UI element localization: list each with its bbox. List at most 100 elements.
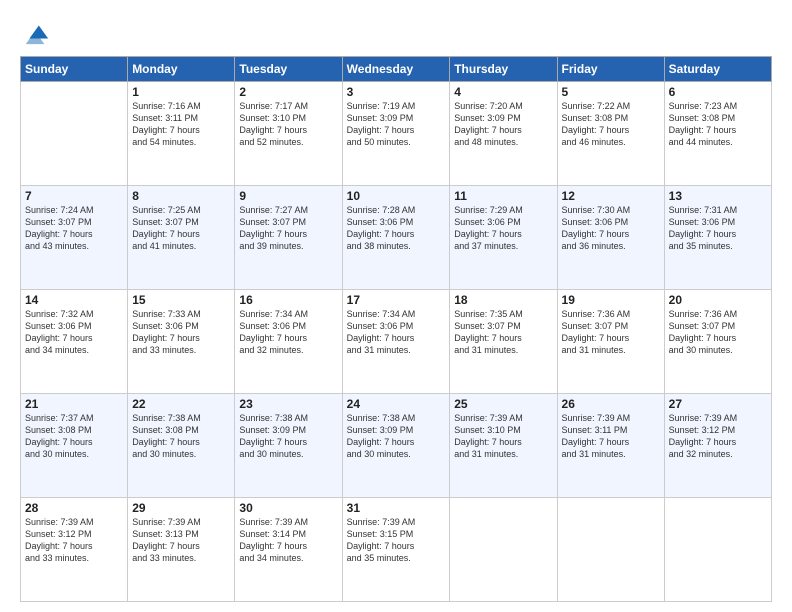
calendar-cell: 16Sunrise: 7:34 AM Sunset: 3:06 PM Dayli…: [235, 290, 342, 394]
logo: [20, 18, 50, 46]
day-info: Sunrise: 7:33 AM Sunset: 3:06 PM Dayligh…: [132, 308, 230, 357]
col-header-monday: Monday: [128, 57, 235, 82]
day-number: 19: [562, 293, 660, 307]
calendar-cell: 31Sunrise: 7:39 AM Sunset: 3:15 PM Dayli…: [342, 498, 450, 602]
calendar-cell: 9Sunrise: 7:27 AM Sunset: 3:07 PM Daylig…: [235, 186, 342, 290]
day-info: Sunrise: 7:25 AM Sunset: 3:07 PM Dayligh…: [132, 204, 230, 253]
day-number: 27: [669, 397, 767, 411]
day-number: 17: [347, 293, 446, 307]
calendar-cell: 11Sunrise: 7:29 AM Sunset: 3:06 PM Dayli…: [450, 186, 557, 290]
calendar-cell: 5Sunrise: 7:22 AM Sunset: 3:08 PM Daylig…: [557, 82, 664, 186]
col-header-sunday: Sunday: [21, 57, 128, 82]
day-info: Sunrise: 7:30 AM Sunset: 3:06 PM Dayligh…: [562, 204, 660, 253]
day-info: Sunrise: 7:38 AM Sunset: 3:08 PM Dayligh…: [132, 412, 230, 461]
day-info: Sunrise: 7:39 AM Sunset: 3:15 PM Dayligh…: [347, 516, 446, 565]
calendar-cell: 12Sunrise: 7:30 AM Sunset: 3:06 PM Dayli…: [557, 186, 664, 290]
calendar-cell: 19Sunrise: 7:36 AM Sunset: 3:07 PM Dayli…: [557, 290, 664, 394]
day-number: 24: [347, 397, 446, 411]
day-number: 22: [132, 397, 230, 411]
calendar-cell: 15Sunrise: 7:33 AM Sunset: 3:06 PM Dayli…: [128, 290, 235, 394]
day-number: 28: [25, 501, 123, 515]
logo-icon: [22, 18, 50, 46]
calendar-cell: 18Sunrise: 7:35 AM Sunset: 3:07 PM Dayli…: [450, 290, 557, 394]
calendar-cell: [664, 498, 771, 602]
day-number: 30: [239, 501, 337, 515]
day-info: Sunrise: 7:39 AM Sunset: 3:11 PM Dayligh…: [562, 412, 660, 461]
day-info: Sunrise: 7:38 AM Sunset: 3:09 PM Dayligh…: [347, 412, 446, 461]
day-info: Sunrise: 7:34 AM Sunset: 3:06 PM Dayligh…: [239, 308, 337, 357]
day-info: Sunrise: 7:24 AM Sunset: 3:07 PM Dayligh…: [25, 204, 123, 253]
calendar-cell: [21, 82, 128, 186]
day-number: 16: [239, 293, 337, 307]
day-info: Sunrise: 7:16 AM Sunset: 3:11 PM Dayligh…: [132, 100, 230, 149]
day-number: 2: [239, 85, 337, 99]
day-number: 6: [669, 85, 767, 99]
day-number: 9: [239, 189, 337, 203]
day-info: Sunrise: 7:19 AM Sunset: 3:09 PM Dayligh…: [347, 100, 446, 149]
day-number: 5: [562, 85, 660, 99]
calendar-header-row: SundayMondayTuesdayWednesdayThursdayFrid…: [21, 57, 772, 82]
day-number: 15: [132, 293, 230, 307]
day-number: 31: [347, 501, 446, 515]
day-number: 14: [25, 293, 123, 307]
day-info: Sunrise: 7:17 AM Sunset: 3:10 PM Dayligh…: [239, 100, 337, 149]
calendar-cell: 13Sunrise: 7:31 AM Sunset: 3:06 PM Dayli…: [664, 186, 771, 290]
calendar-cell: 29Sunrise: 7:39 AM Sunset: 3:13 PM Dayli…: [128, 498, 235, 602]
day-info: Sunrise: 7:39 AM Sunset: 3:12 PM Dayligh…: [25, 516, 123, 565]
calendar-table: SundayMondayTuesdayWednesdayThursdayFrid…: [20, 56, 772, 602]
day-number: 13: [669, 189, 767, 203]
day-info: Sunrise: 7:39 AM Sunset: 3:13 PM Dayligh…: [132, 516, 230, 565]
calendar-cell: 22Sunrise: 7:38 AM Sunset: 3:08 PM Dayli…: [128, 394, 235, 498]
day-info: Sunrise: 7:23 AM Sunset: 3:08 PM Dayligh…: [669, 100, 767, 149]
day-info: Sunrise: 7:29 AM Sunset: 3:06 PM Dayligh…: [454, 204, 552, 253]
day-number: 26: [562, 397, 660, 411]
day-info: Sunrise: 7:39 AM Sunset: 3:10 PM Dayligh…: [454, 412, 552, 461]
calendar-cell: 4Sunrise: 7:20 AM Sunset: 3:09 PM Daylig…: [450, 82, 557, 186]
day-number: 12: [562, 189, 660, 203]
calendar-cell: 25Sunrise: 7:39 AM Sunset: 3:10 PM Dayli…: [450, 394, 557, 498]
day-info: Sunrise: 7:36 AM Sunset: 3:07 PM Dayligh…: [562, 308, 660, 357]
day-number: 4: [454, 85, 552, 99]
calendar-cell: [450, 498, 557, 602]
day-number: 29: [132, 501, 230, 515]
header: [20, 18, 772, 46]
calendar-cell: 7Sunrise: 7:24 AM Sunset: 3:07 PM Daylig…: [21, 186, 128, 290]
calendar-cell: 23Sunrise: 7:38 AM Sunset: 3:09 PM Dayli…: [235, 394, 342, 498]
day-number: 1: [132, 85, 230, 99]
col-header-saturday: Saturday: [664, 57, 771, 82]
day-info: Sunrise: 7:38 AM Sunset: 3:09 PM Dayligh…: [239, 412, 337, 461]
calendar-cell: 3Sunrise: 7:19 AM Sunset: 3:09 PM Daylig…: [342, 82, 450, 186]
calendar-cell: 10Sunrise: 7:28 AM Sunset: 3:06 PM Dayli…: [342, 186, 450, 290]
day-info: Sunrise: 7:39 AM Sunset: 3:12 PM Dayligh…: [669, 412, 767, 461]
calendar-cell: 6Sunrise: 7:23 AM Sunset: 3:08 PM Daylig…: [664, 82, 771, 186]
day-info: Sunrise: 7:20 AM Sunset: 3:09 PM Dayligh…: [454, 100, 552, 149]
calendar-cell: 14Sunrise: 7:32 AM Sunset: 3:06 PM Dayli…: [21, 290, 128, 394]
calendar-cell: 27Sunrise: 7:39 AM Sunset: 3:12 PM Dayli…: [664, 394, 771, 498]
day-info: Sunrise: 7:36 AM Sunset: 3:07 PM Dayligh…: [669, 308, 767, 357]
day-number: 18: [454, 293, 552, 307]
day-number: 11: [454, 189, 552, 203]
day-number: 23: [239, 397, 337, 411]
day-number: 8: [132, 189, 230, 203]
day-number: 21: [25, 397, 123, 411]
calendar-cell: 1Sunrise: 7:16 AM Sunset: 3:11 PM Daylig…: [128, 82, 235, 186]
calendar-cell: 30Sunrise: 7:39 AM Sunset: 3:14 PM Dayli…: [235, 498, 342, 602]
col-header-wednesday: Wednesday: [342, 57, 450, 82]
day-info: Sunrise: 7:28 AM Sunset: 3:06 PM Dayligh…: [347, 204, 446, 253]
col-header-thursday: Thursday: [450, 57, 557, 82]
day-number: 25: [454, 397, 552, 411]
day-number: 3: [347, 85, 446, 99]
day-info: Sunrise: 7:32 AM Sunset: 3:06 PM Dayligh…: [25, 308, 123, 357]
calendar-cell: 2Sunrise: 7:17 AM Sunset: 3:10 PM Daylig…: [235, 82, 342, 186]
calendar-week-4: 21Sunrise: 7:37 AM Sunset: 3:08 PM Dayli…: [21, 394, 772, 498]
day-number: 7: [25, 189, 123, 203]
calendar-cell: 26Sunrise: 7:39 AM Sunset: 3:11 PM Dayli…: [557, 394, 664, 498]
calendar-cell: 20Sunrise: 7:36 AM Sunset: 3:07 PM Dayli…: [664, 290, 771, 394]
calendar-week-1: 1Sunrise: 7:16 AM Sunset: 3:11 PM Daylig…: [21, 82, 772, 186]
calendar-week-3: 14Sunrise: 7:32 AM Sunset: 3:06 PM Dayli…: [21, 290, 772, 394]
day-info: Sunrise: 7:34 AM Sunset: 3:06 PM Dayligh…: [347, 308, 446, 357]
day-info: Sunrise: 7:35 AM Sunset: 3:07 PM Dayligh…: [454, 308, 552, 357]
col-header-tuesday: Tuesday: [235, 57, 342, 82]
calendar-cell: 28Sunrise: 7:39 AM Sunset: 3:12 PM Dayli…: [21, 498, 128, 602]
page: SundayMondayTuesdayWednesdayThursdayFrid…: [0, 0, 792, 612]
